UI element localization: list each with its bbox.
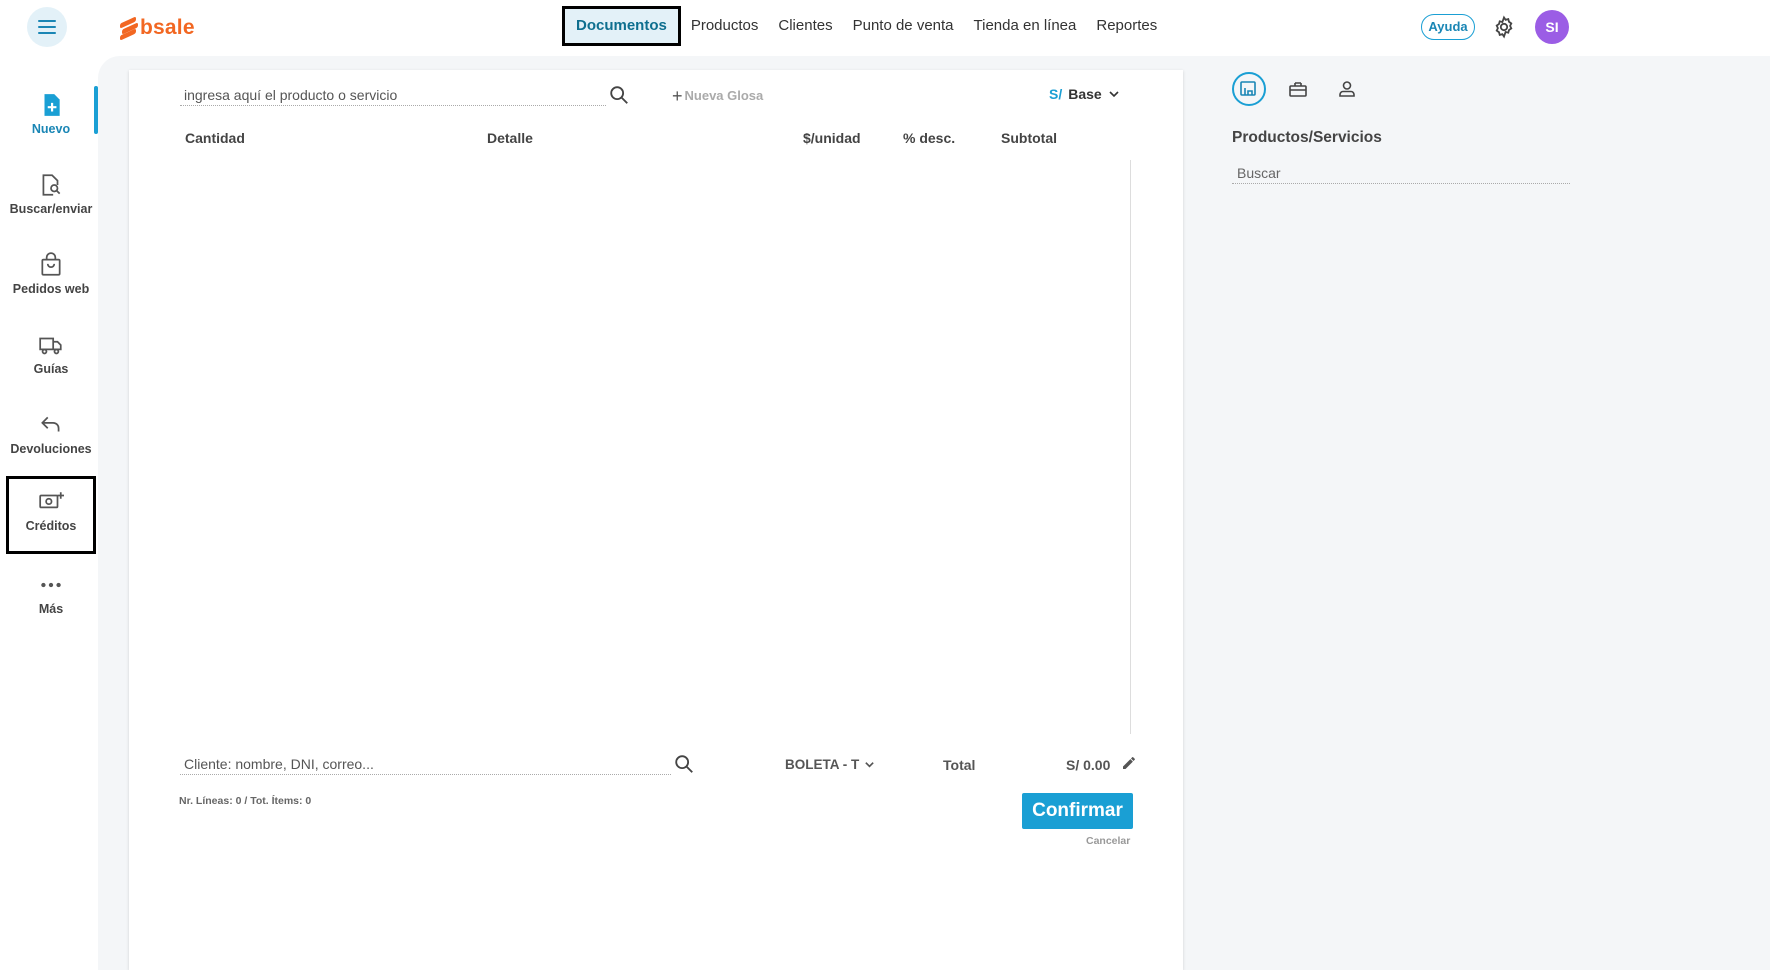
right-panel bbox=[1196, 56, 1770, 970]
price-list-value: Base bbox=[1068, 86, 1102, 102]
tab-productos[interactable]: Productos bbox=[681, 6, 769, 46]
sidebar-item-guias[interactable]: Guías bbox=[6, 322, 96, 396]
logo-text: bsale bbox=[140, 16, 195, 39]
chevron-down-icon bbox=[865, 762, 874, 768]
tab-punto-de-venta[interactable]: Punto de venta bbox=[843, 6, 964, 46]
sidebar-item-label: Buscar/enviar bbox=[9, 202, 93, 216]
sidebar-item-devoluciones[interactable]: Devoluciones bbox=[6, 402, 96, 476]
main-nav: Documentos Productos Clientes Punto de v… bbox=[562, 6, 1167, 46]
tab-gifts[interactable] bbox=[1281, 72, 1315, 106]
chevron-down-icon bbox=[1109, 91, 1119, 98]
bsale-logo[interactable]: bsale bbox=[120, 14, 195, 42]
confirm-button[interactable]: Confirmar bbox=[1022, 793, 1133, 829]
sidebar-item-nuevo[interactable]: Nuevo bbox=[6, 82, 96, 156]
column-header-detalle: Detalle bbox=[487, 130, 533, 146]
price-list-selector[interactable]: S/Base bbox=[1049, 86, 1120, 102]
tab-reportes[interactable]: Reportes bbox=[1086, 6, 1167, 46]
sidebar-active-indicator bbox=[94, 86, 98, 134]
table-scroll-divider bbox=[1130, 160, 1131, 734]
currency-symbol: S/ bbox=[1049, 86, 1063, 102]
new-document-icon bbox=[44, 94, 60, 116]
search-document-icon bbox=[42, 174, 61, 196]
client-search-icon[interactable] bbox=[673, 753, 695, 775]
search-icon[interactable] bbox=[608, 84, 630, 106]
tab-products[interactable] bbox=[1232, 72, 1266, 106]
more-dots-icon bbox=[41, 582, 61, 588]
sidebar-item-label: Pedidos web bbox=[12, 282, 90, 296]
client-search-input[interactable] bbox=[180, 753, 671, 775]
pencil-icon[interactable] bbox=[1121, 755, 1137, 771]
plus-icon: + bbox=[672, 86, 683, 106]
truck-icon bbox=[39, 337, 62, 355]
gift-icon bbox=[1289, 82, 1307, 97]
user-avatar[interactable]: SI bbox=[1535, 10, 1569, 44]
tab-documentos[interactable]: Documentos bbox=[562, 6, 681, 46]
sidebar-item-pedidos-web[interactable]: Pedidos web bbox=[6, 242, 96, 316]
tab-clientes[interactable]: Clientes bbox=[768, 6, 842, 46]
shopping-bag-icon bbox=[41, 252, 61, 276]
sidebar-item-label: Créditos bbox=[25, 519, 77, 533]
products-services-title: Productos/Servicios bbox=[1232, 129, 1382, 146]
top-bar: bsale Documentos Productos Clientes Punt… bbox=[0, 0, 1770, 56]
line-items-table bbox=[180, 158, 1130, 734]
hamburger-menu-button[interactable] bbox=[27, 7, 67, 47]
tab-tienda-en-linea[interactable]: Tienda en línea bbox=[964, 6, 1087, 46]
sidebar-item-mas[interactable]: Más bbox=[6, 562, 96, 636]
new-gloss-label: Nueva Glosa bbox=[684, 88, 764, 103]
column-header-discount: % desc. bbox=[903, 130, 956, 146]
document-type-value: BOLETA - T bbox=[785, 757, 860, 772]
cancel-link[interactable]: Cancelar bbox=[1086, 835, 1130, 847]
tab-client[interactable] bbox=[1330, 72, 1364, 106]
help-button[interactable]: Ayuda bbox=[1421, 14, 1475, 40]
column-header-cantidad: Cantidad bbox=[185, 130, 245, 146]
sidebar-item-label: Devoluciones bbox=[10, 442, 92, 456]
total-label: Total bbox=[943, 757, 976, 773]
cash-plus-icon bbox=[39, 492, 64, 509]
sidebar-item-label: Nuevo bbox=[31, 122, 71, 136]
gear-icon[interactable] bbox=[1492, 15, 1516, 39]
sidebar: Nuevo Buscar/enviar Pedidos web Guías De… bbox=[0, 56, 98, 970]
product-search-input[interactable] bbox=[180, 84, 606, 106]
sidebar-item-creditos[interactable]: Créditos bbox=[6, 476, 96, 554]
new-gloss-button[interactable]: + Nueva Glosa bbox=[672, 86, 763, 107]
user-icon bbox=[1339, 81, 1355, 97]
column-header-subtotal: Subtotal bbox=[1001, 130, 1057, 146]
bsale-logo-icon bbox=[120, 16, 138, 41]
sidebar-item-label: Guías bbox=[33, 362, 69, 376]
products-search-input[interactable] bbox=[1232, 162, 1570, 184]
document-type-selector[interactable]: BOLETA - T bbox=[785, 757, 875, 772]
total-value: S/ 0.00 bbox=[1066, 757, 1111, 773]
hamburger-icon bbox=[38, 20, 56, 34]
sidebar-item-label: Más bbox=[38, 602, 64, 616]
sidebar-item-buscar-enviar[interactable]: Buscar/enviar bbox=[6, 162, 96, 236]
products-icon bbox=[1240, 81, 1256, 96]
lines-count-info: Nr. Líneas: 0 / Tot. Ítems: 0 bbox=[179, 795, 312, 807]
column-header-unit-price: $/unidad bbox=[803, 130, 861, 146]
return-arrow-icon bbox=[41, 416, 60, 432]
